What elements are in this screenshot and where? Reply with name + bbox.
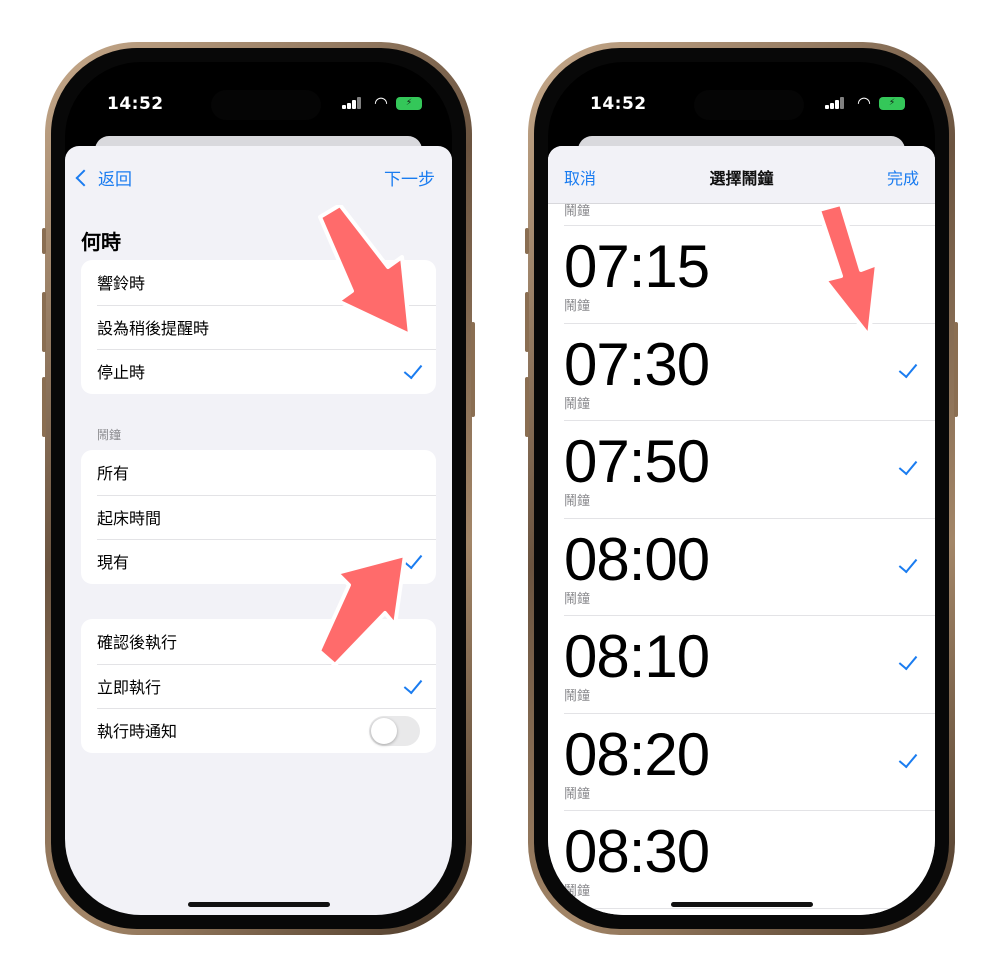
alarm-time: 08:10 <box>564 623 710 690</box>
checkmark-icon <box>898 650 918 671</box>
option-label: 現有 <box>97 553 130 573</box>
dynamic-island <box>211 90 321 120</box>
notify-row: 執行時通知 <box>81 708 436 753</box>
alarm-row[interactable]: 07:50 鬧鐘 <box>564 420 935 518</box>
checkmark-icon <box>898 358 918 378</box>
phone-right: 14:52 ◠ ⚡ 取消 選擇鬧鐘 完成 鬧鐘 07:15 鬧鐘 07:30 鬧… <box>525 42 958 935</box>
run-group: 確認後執行 立即執行 執行時通知 <box>81 619 436 753</box>
alarm-option-wake[interactable]: 起床時間 <box>81 494 436 540</box>
home-indicator <box>670 902 813 907</box>
battery-charging-icon: ⚡ <box>396 97 422 110</box>
alarm-group: 所有 起床時間 現有 <box>81 450 436 584</box>
when-option-ring[interactable]: 響鈴時 <box>81 260 436 305</box>
automation-sheet: 返回 下一步 何時 響鈴時 設為稍後提醒時 停止時 鬧鐘 所有 起床時間 現有 <box>65 146 452 915</box>
alarm-label: 鬧鐘 <box>564 884 591 899</box>
alarm-option-existing[interactable]: 現有 <box>81 539 436 584</box>
section-title-when: 何時 <box>81 230 121 254</box>
notify-toggle[interactable] <box>369 716 420 746</box>
nav-bar: 返回 下一步 <box>65 146 452 206</box>
status-bar: 14:52 ◠ ⚡ <box>65 62 452 132</box>
alarm-time: 07:15 <box>564 233 710 300</box>
option-label: 立即執行 <box>97 677 162 697</box>
volume-down-button <box>42 377 46 437</box>
checkmark-icon <box>403 549 423 570</box>
alarm-group-label: 鬧鐘 <box>97 428 122 442</box>
signal-icon <box>825 97 845 109</box>
volume-up-button <box>42 292 46 352</box>
action-button <box>525 228 529 254</box>
when-option-snooze[interactable]: 設為稍後提醒時 <box>81 304 436 350</box>
alarm-row[interactable]: 07:15 鬧鐘 <box>564 225 935 323</box>
run-option-confirm[interactable]: 確認後執行 <box>81 619 436 664</box>
alarm-row[interactable]: 08:10 鬧鐘 <box>564 615 935 713</box>
bezel: 14:52 ◠ ⚡ 返回 下一步 何時 響鈴時 設為稍後提醒時 停止時 鬧鐘 所… <box>51 48 466 929</box>
power-button <box>954 322 958 417</box>
run-option-immediate[interactable]: 立即執行 <box>81 663 436 709</box>
option-label: 響鈴時 <box>97 274 146 294</box>
next-button[interactable]: 下一步 <box>384 165 435 190</box>
when-option-stop[interactable]: 停止時 <box>81 349 436 394</box>
screen: 14:52 ◠ ⚡ 返回 下一步 何時 響鈴時 設為稍後提醒時 停止時 鬧鐘 所… <box>65 62 452 915</box>
alarm-row[interactable]: 08:20 鬧鐘 <box>564 712 935 811</box>
nav-bar: 取消 選擇鬧鐘 完成 <box>548 146 935 204</box>
battery-charging-icon: ⚡ <box>879 97 905 110</box>
phone-left: 14:52 ◠ ⚡ 返回 下一步 何時 響鈴時 設為稍後提醒時 停止時 鬧鐘 所… <box>42 42 475 935</box>
done-button[interactable]: 完成 <box>887 165 919 189</box>
alarm-time: 08:30 <box>564 818 710 885</box>
checkmark-icon <box>403 674 423 694</box>
alarm-label: 鬧鐘 <box>564 591 591 607</box>
option-label: 起床時間 <box>97 508 162 528</box>
option-label: 停止時 <box>97 363 146 383</box>
option-label: 確認後執行 <box>97 633 178 653</box>
back-button[interactable]: 返回 <box>74 165 132 190</box>
nav-title: 選擇鬧鐘 <box>709 169 774 188</box>
notify-label: 執行時通知 <box>97 722 178 742</box>
alarm-row[interactable]: 08:00 鬧鐘 <box>564 517 935 616</box>
checkmark-icon <box>898 748 918 768</box>
alarm-time: 08:00 <box>564 525 710 593</box>
signal-icon <box>342 97 362 109</box>
checkmark-icon <box>898 455 918 476</box>
alarm-label: 鬧鐘 <box>564 396 591 412</box>
option-label: 所有 <box>97 464 130 484</box>
volume-up-button <box>525 292 529 352</box>
alarm-label: 鬧鐘 <box>564 299 591 314</box>
status-time: 14:52 <box>107 94 164 114</box>
when-group: 響鈴時 設為稍後提醒時 停止時 <box>81 260 436 394</box>
alarm-time: 07:30 <box>564 330 710 398</box>
chevron-left-icon <box>75 169 93 186</box>
alarm-picker-sheet: 取消 選擇鬧鐘 完成 鬧鐘 07:15 鬧鐘 07:30 鬧鐘 07:50 鬧鐘 08:00… <box>548 146 935 915</box>
screen: 14:52 ◠ ⚡ 取消 選擇鬧鐘 完成 鬧鐘 07:15 鬧鐘 07:30 鬧… <box>548 62 935 915</box>
status-time: 14:52 <box>590 94 647 114</box>
option-label: 設為稍後提醒時 <box>97 318 210 338</box>
checkmark-icon <box>898 553 918 573</box>
action-button <box>42 228 46 254</box>
back-label: 返回 <box>98 170 132 190</box>
alarm-time: 07:50 <box>564 428 710 495</box>
volume-down-button <box>525 377 529 437</box>
alarm-list: 鬧鐘 07:15 鬧鐘 07:30 鬧鐘 07:50 鬧鐘 08:00 鬧鐘 08:10 鬧鐘 08… <box>548 176 935 915</box>
alarm-option-all[interactable]: 所有 <box>81 450 436 495</box>
alarm-label: 鬧鐘 <box>564 786 591 802</box>
dynamic-island <box>694 90 804 120</box>
alarm-row[interactable]: 08:50 <box>564 907 935 916</box>
wifi-icon: ◠ <box>374 93 388 112</box>
power-button <box>471 322 475 417</box>
alarm-label: 鬧鐘 <box>564 689 591 704</box>
status-bar: 14:52 ◠ ⚡ <box>548 62 935 132</box>
alarm-time: 08:20 <box>564 720 710 788</box>
alarm-label: 鬧鐘 <box>564 494 591 509</box>
home-indicator <box>187 902 330 907</box>
alarm-row[interactable]: 08:30 鬧鐘 <box>564 810 935 908</box>
alarm-row[interactable]: 07:30 鬧鐘 <box>564 322 935 421</box>
wifi-icon: ◠ <box>857 93 871 112</box>
checkmark-icon <box>403 359 423 380</box>
bezel: 14:52 ◠ ⚡ 取消 選擇鬧鐘 完成 鬧鐘 07:15 鬧鐘 07:30 鬧… <box>534 48 949 929</box>
